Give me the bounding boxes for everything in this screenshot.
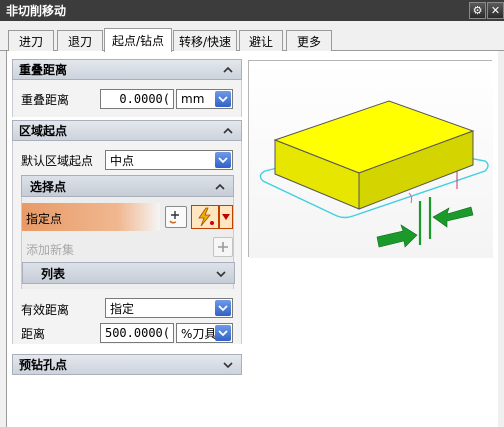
region-start-group-body: 默认区域起点 中点 选择点 指定点 添加新集 列表 有效距离 指定 距离 500… <box>12 141 242 344</box>
region-start-group-title: 区域起点 <box>19 124 68 138</box>
specify-point-label: 指定点 <box>26 212 63 226</box>
list-title: 列表 <box>41 266 66 281</box>
chevron-down-icon[interactable] <box>214 267 228 281</box>
tab-avoidance[interactable]: 避让 <box>239 30 283 51</box>
distance-label: 距离 <box>21 327 46 341</box>
region-start-group-header[interactable]: 区域起点 <box>12 120 242 141</box>
chevron-down-icon[interactable] <box>215 325 231 341</box>
tab-transfer-rapid[interactable]: 转移/快速 <box>173 30 237 51</box>
tab-more[interactable]: 更多 <box>286 30 332 51</box>
add-new-set-label: 添加新集 <box>26 243 75 257</box>
distance-unit-select[interactable]: %刀具 <box>176 323 233 343</box>
chevron-up-icon[interactable] <box>213 180 227 194</box>
default-region-start-label: 默认区域起点 <box>21 154 94 168</box>
overlap-group-body: 重叠距离 0.0000( mm <box>12 80 242 117</box>
list-subgroup-header[interactable]: 列表 <box>22 262 235 284</box>
triangle-down-icon <box>222 214 230 220</box>
chevron-up-icon[interactable] <box>221 124 235 138</box>
add-new-set-button[interactable] <box>213 237 233 257</box>
close-icon[interactable]: ✕ <box>487 2 504 19</box>
select-point-subgroup-header[interactable]: 选择点 <box>21 175 234 197</box>
effective-distance-value: 指定 <box>110 301 135 316</box>
effective-distance-label: 有效距离 <box>21 303 70 317</box>
select-point-title: 选择点 <box>30 179 67 194</box>
default-region-start-value: 中点 <box>110 153 135 168</box>
default-region-start-select[interactable]: 中点 <box>105 150 233 170</box>
overlap-group-header[interactable]: 重叠距离 <box>12 59 242 80</box>
chevron-down-icon[interactable] <box>221 358 235 372</box>
lightning-point-icon <box>198 207 214 227</box>
overlap-group-title: 重叠距离 <box>19 63 68 77</box>
block-diagram <box>259 100 489 248</box>
options-column: 重叠距离 重叠距离 0.0000( mm 区域起点 默认区域起点 中点 选择点 … <box>12 59 242 381</box>
point-type-dropdown[interactable] <box>219 205 233 229</box>
overlap-distance-input[interactable]: 0.0000( <box>100 89 174 109</box>
select-point-subgroup-body: 指定点 添加新集 列表 <box>21 197 235 289</box>
window-titlebar: 非切削移动 <box>0 0 504 21</box>
inferred-point-button[interactable] <box>191 205 219 229</box>
chevron-down-icon[interactable] <box>215 152 231 168</box>
overlap-unit-select[interactable]: mm <box>176 89 233 109</box>
distance-unit-value: %刀具 <box>181 326 217 341</box>
tab-start-drill-points[interactable]: 起点/钻点 <box>104 28 172 52</box>
tab-retract[interactable]: 退刀 <box>57 30 103 51</box>
point-dialog-icon <box>169 211 179 224</box>
chevron-down-icon[interactable] <box>215 300 231 316</box>
arrow-left-icon <box>432 206 474 228</box>
tab-bar: 进刀 退刀 起点/钻点 转移/快速 避让 更多 <box>0 21 504 52</box>
window-title: 非切削移动 <box>6 4 67 18</box>
add-set-icon <box>218 242 228 252</box>
arrow-right-icon <box>376 224 418 248</box>
overlap-distance-label: 重叠距离 <box>21 93 70 107</box>
chevron-down-icon[interactable] <box>215 91 231 107</box>
preview-illustration <box>248 60 493 258</box>
predrill-group-header[interactable]: 预钻孔点 <box>12 354 242 375</box>
predrill-group-title: 预钻孔点 <box>19 358 68 372</box>
effective-distance-select[interactable]: 指定 <box>105 298 233 318</box>
tab-engage[interactable]: 进刀 <box>8 30 54 51</box>
chevron-up-icon[interactable] <box>221 63 235 77</box>
overlap-unit-value: mm <box>181 92 205 106</box>
gear-icon[interactable]: ⚙ <box>469 2 486 19</box>
point-dialog-button[interactable] <box>165 206 187 228</box>
entry-marker <box>408 192 413 204</box>
distance-input[interactable]: 500.0000( <box>100 323 174 343</box>
